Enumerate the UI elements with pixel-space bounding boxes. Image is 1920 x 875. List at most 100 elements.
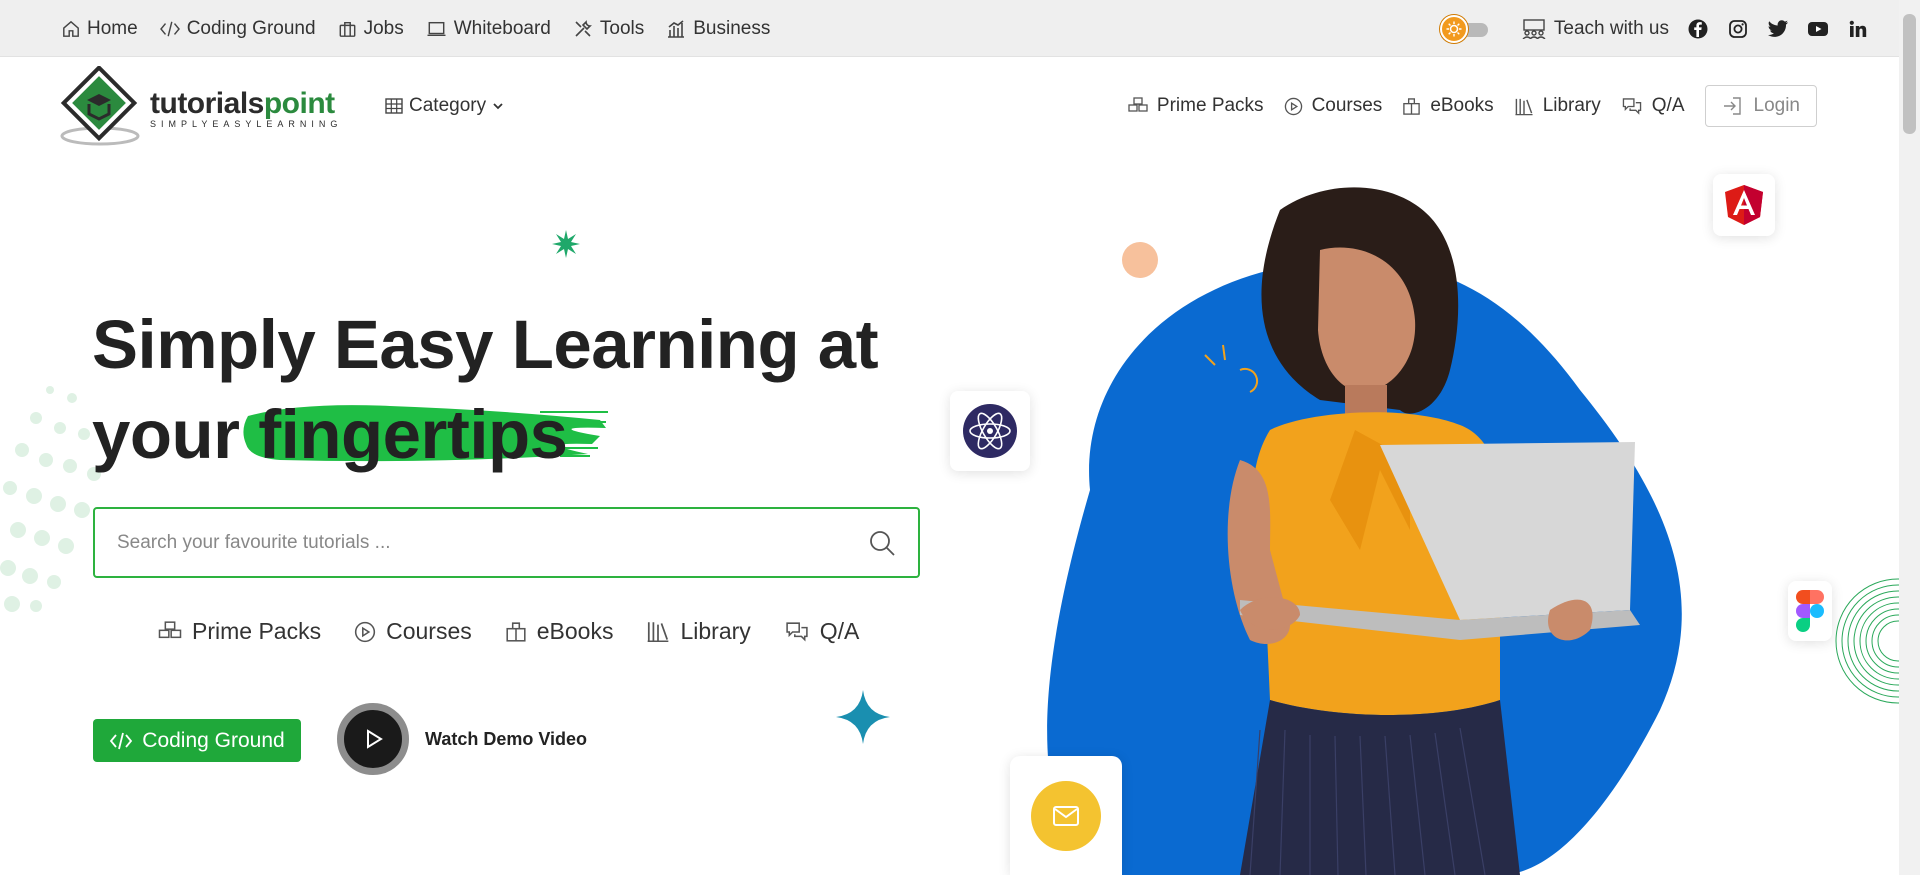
hero-prime-packs[interactable]: Prime Packs (158, 618, 321, 645)
top-bar: Home Coding Ground Jobs Whiteboard Tools… (0, 0, 1899, 57)
ebook-icon (506, 621, 526, 642)
mail-circle (1031, 780, 1101, 851)
prime-packs-icon (158, 621, 182, 639)
login-label: Login (1753, 95, 1801, 116)
hero-qa-label: Q/A (819, 618, 860, 644)
top-nav: Home Coding Ground Jobs Whiteboard Tools… (62, 0, 770, 57)
hero-title-your: your (92, 396, 240, 473)
search-box[interactable]: Search your favourite tutorials ... (93, 507, 920, 578)
linkedin-icon[interactable] (1847, 18, 1869, 40)
tools-icon (575, 19, 592, 37)
play-circle-icon (1284, 97, 1302, 115)
top-nav-business[interactable]: Business (666, 18, 770, 40)
teacher-icon (1522, 18, 1546, 39)
nav-courses-label: Courses (1311, 95, 1383, 116)
atom-icon (963, 404, 1017, 458)
category-dropdown[interactable]: Category (385, 95, 504, 117)
login-button[interactable]: Login (1704, 85, 1817, 127)
search-icon[interactable] (868, 529, 896, 557)
logo-wordmark-b: point (263, 87, 335, 120)
nav-ebooks[interactable]: eBooks (1402, 95, 1494, 117)
scrollbar-thumb[interactable] (1903, 14, 1916, 134)
top-nav-home[interactable]: Home (62, 18, 138, 40)
top-nav-jobs[interactable]: Jobs (338, 18, 404, 40)
play-circle-icon (354, 621, 376, 642)
login-icon (1723, 97, 1741, 115)
logo-emblem-icon (60, 66, 140, 146)
hero-library-label: Library (680, 618, 751, 644)
top-nav-whiteboard[interactable]: Whiteboard (426, 18, 551, 40)
hero-ebooks[interactable]: eBooks (505, 618, 614, 645)
category-label: Category (409, 95, 487, 116)
chat-bubbles-icon (786, 621, 808, 642)
chevron-down-icon (493, 103, 503, 110)
coding-ground-button[interactable]: Coding Ground (93, 719, 301, 762)
mail-badge (1010, 756, 1122, 875)
top-nav-jobs-label: Jobs (363, 17, 404, 39)
ebook-icon (1403, 97, 1421, 115)
nav-qa-label: Q/A (1651, 95, 1685, 116)
teal-star-icon (836, 690, 890, 744)
top-nav-business-label: Business (693, 17, 771, 39)
hero-qa[interactable]: Q/A (784, 618, 860, 645)
hero-title-line2: your fingertips (92, 390, 878, 480)
nav-courses[interactable]: Courses (1284, 95, 1383, 117)
hero-subnav: Prime Packs Courses eBooks Library Q/A (158, 618, 859, 645)
home-icon (63, 20, 79, 37)
chat-bubbles-icon (1622, 97, 1641, 115)
watch-demo-video[interactable]: Watch Demo Video (337, 703, 587, 775)
top-nav-coding-ground[interactable]: Coding Ground (159, 17, 316, 40)
youtube-icon[interactable] (1807, 18, 1829, 40)
hero-title-line1: Simply Easy Learning at (92, 306, 879, 383)
page-scrollbar[interactable] (1899, 0, 1920, 875)
top-nav-whiteboard-label: Whiteboard (453, 17, 551, 39)
sun-icon (1439, 14, 1468, 43)
site-logo[interactable]: tutorialspoint SIMPLYEASYLEARNING (58, 66, 358, 149)
hero-ebooks-label: eBooks (536, 618, 614, 644)
play-button[interactable] (337, 703, 409, 775)
green-sparkle-icon (552, 230, 580, 258)
angular-icon (1725, 185, 1763, 225)
nav-library-label: Library (1542, 95, 1601, 116)
logo-wordmark: tutorialspoint (150, 87, 342, 121)
library-icon (1515, 98, 1533, 115)
watch-demo-label: Watch Demo Video (425, 728, 588, 749)
play-icon (367, 729, 383, 749)
angular-badge (1713, 174, 1775, 236)
top-nav-coding-ground-label: Coding Ground (186, 17, 316, 39)
grid-icon (385, 98, 403, 114)
prime-packs-icon (1128, 97, 1148, 112)
top-nav-tools-label: Tools (599, 17, 645, 39)
teach-with-us-label: Teach with us (1553, 17, 1669, 39)
hero-title: Simply Easy Learning at your fingertips (92, 300, 879, 480)
code-icon (110, 732, 133, 749)
hero-title-fingertips: fingertips (258, 396, 568, 473)
briefcase-icon (339, 21, 355, 37)
nav-prime-packs[interactable]: Prime Packs (1128, 95, 1264, 117)
atom-badge (950, 391, 1030, 471)
top-bar-right: Teach with us (1436, 0, 1869, 57)
nav-qa[interactable]: Q/A (1621, 95, 1685, 117)
decorative-rings (1835, 578, 1899, 704)
hero-library[interactable]: Library (646, 618, 751, 645)
main-header: tutorialspoint SIMPLYEASYLEARNING Catego… (0, 57, 1899, 153)
instagram-icon[interactable] (1727, 18, 1749, 40)
nav-prime-packs-label: Prime Packs (1156, 95, 1264, 116)
main-nav: Prime Packs Courses eBooks Library Q/A L… (1128, 85, 1817, 127)
logo-tagline: SIMPLYEASYLEARNING (150, 119, 343, 129)
search-input[interactable]: Search your favourite tutorials ... (117, 532, 868, 554)
theme-toggle[interactable] (1436, 14, 1492, 43)
logo-text: tutorialspoint SIMPLYEASYLEARNING (150, 87, 342, 129)
chart-icon (668, 19, 685, 38)
library-icon (648, 622, 669, 643)
teach-with-us-link[interactable]: Teach with us (1522, 18, 1669, 40)
code-icon (159, 21, 180, 36)
coding-ground-label: Coding Ground (142, 728, 285, 752)
whiteboard-icon (427, 21, 446, 36)
hero-prime-packs-label: Prime Packs (192, 618, 322, 644)
facebook-icon[interactable] (1687, 18, 1709, 40)
nav-library[interactable]: Library (1514, 95, 1601, 117)
top-nav-tools[interactable]: Tools (573, 18, 644, 40)
twitter-icon[interactable] (1767, 18, 1789, 40)
hero-courses[interactable]: Courses (354, 618, 472, 645)
